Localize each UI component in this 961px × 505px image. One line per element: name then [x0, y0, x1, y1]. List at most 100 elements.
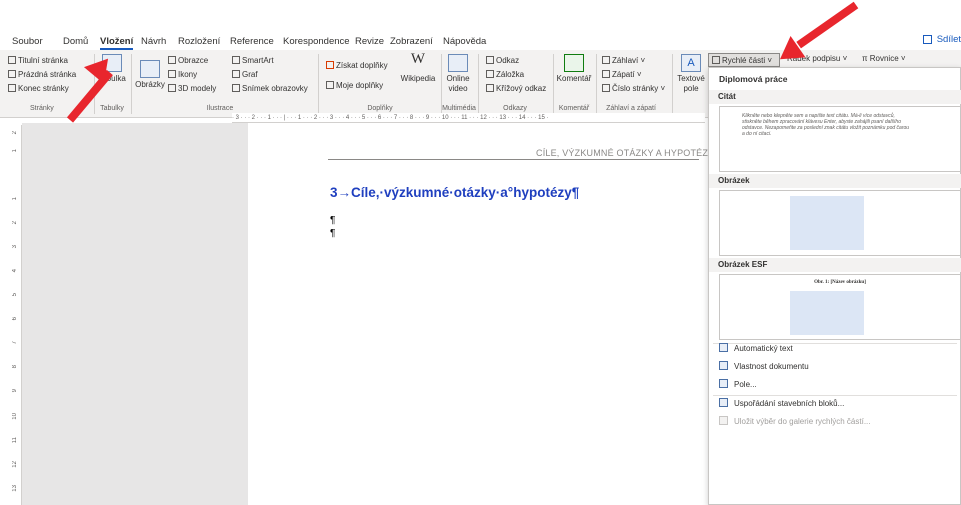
header-line	[328, 159, 699, 160]
cube-icon	[168, 84, 176, 92]
icons-button[interactable]: Ikony	[168, 69, 197, 80]
smartart-icon	[232, 56, 240, 64]
page-icon	[8, 70, 16, 78]
equation-button[interactable]: π Rovnice ˅	[862, 53, 906, 64]
get-addins-button[interactable]: Získat doplňky	[326, 60, 388, 71]
group-label-illustrations: Ilustrace	[206, 105, 234, 112]
header-icon	[602, 56, 610, 64]
tab-review[interactable]: Revize	[355, 36, 384, 47]
cover-page-button[interactable]: Titulní stránka	[8, 55, 68, 66]
gallery-category-title: Diplomová práce	[719, 74, 788, 84]
shapes-button[interactable]: Obrazce	[168, 55, 208, 66]
link-button[interactable]: Odkaz	[486, 55, 519, 66]
document-page[interactable]	[248, 123, 744, 505]
footer-icon	[602, 70, 610, 78]
tab-references[interactable]: Reference	[230, 36, 274, 47]
chapter-heading[interactable]: 3→Cíle,·výzkumné·otázky·a°hypotézy¶	[330, 185, 579, 200]
group-divider	[672, 54, 673, 114]
store-icon	[326, 61, 334, 69]
icons-icon	[168, 70, 176, 78]
field-icon	[719, 379, 728, 388]
quote-preview[interactable]: Klikněte nebo klepněte sem a napište tex…	[719, 106, 961, 172]
video-icon	[448, 54, 468, 72]
menu-autotext[interactable]: Automatický text	[719, 341, 793, 357]
quick-parts-icon	[712, 56, 720, 64]
document-property-icon	[719, 361, 728, 370]
wikipedia-button[interactable]: W Wikipedia	[400, 51, 436, 84]
picture-icon	[140, 60, 160, 78]
link-icon	[486, 56, 494, 64]
page-number-button[interactable]: Číslo stránky ˅	[602, 83, 665, 94]
menu-document-property[interactable]: Vlastnost dokumentu	[719, 359, 809, 375]
bookmark-button[interactable]: Záložka	[486, 69, 524, 80]
group-divider	[553, 54, 554, 114]
textbox-icon: A	[681, 54, 701, 72]
gallery-section-quote: Citát	[709, 90, 961, 104]
my-addins-button[interactable]: Moje doplňky	[326, 80, 383, 91]
picture-placeholder	[790, 291, 864, 335]
blank-page-button[interactable]: Prázdná stránka	[8, 69, 76, 80]
menu-field[interactable]: Pole...	[719, 377, 757, 393]
running-header[interactable]: CÍLE, VÝZKUMNÉ OTÁZKY A HYPOTÉZY¶	[536, 148, 719, 158]
wikipedia-icon: W	[410, 51, 426, 67]
quote-preview-text: Klikněte nebo klepněte sem a napište tex…	[742, 113, 910, 137]
tab-insert[interactable]: Vložení	[100, 36, 134, 50]
esf-caption: Obr. 1: [Název obrázku]	[814, 280, 866, 285]
group-label-media: Multimédia	[442, 105, 476, 112]
group-label-pages: Stránky	[30, 105, 54, 112]
building-blocks-icon	[719, 398, 728, 407]
picture-preview[interactable]	[719, 190, 961, 256]
tab-layout[interactable]: Rozložení	[178, 36, 220, 47]
left-pane	[22, 123, 234, 505]
chart-button[interactable]: Graf	[232, 69, 258, 80]
page-break-icon	[8, 84, 16, 92]
comment-icon	[564, 54, 584, 72]
page-icon	[8, 56, 16, 64]
group-divider	[131, 54, 132, 114]
group-divider	[318, 54, 319, 114]
group-label-header-footer: Záhlaví a zápatí	[606, 105, 656, 112]
tab-mailings[interactable]: Korespondence	[283, 36, 350, 47]
share-button[interactable]: Sdílet	[922, 34, 961, 48]
online-video-button[interactable]: Online video	[443, 54, 473, 94]
screenshot-icon	[232, 84, 240, 92]
paragraph-mark[interactable]: ¶	[330, 215, 335, 226]
tab-view[interactable]: Zobrazení	[390, 36, 433, 47]
smartart-button[interactable]: SmartArt	[232, 55, 274, 66]
header-button[interactable]: Záhlaví ˅	[602, 55, 645, 66]
group-divider	[596, 54, 597, 114]
vertical-ruler[interactable]: 2 1 1 2 3 4 5 6 7 8 9 10 11 12 13	[10, 125, 22, 505]
footer-button[interactable]: Zápatí ˅	[602, 69, 642, 80]
shapes-icon	[168, 56, 176, 64]
save-icon	[719, 416, 728, 425]
horizontal-ruler[interactable]: · 3 · · · 2 · · · 1 · · · | · · · 1 · · …	[232, 113, 705, 123]
quick-parts-button[interactable]: Rychlé části ˅	[708, 53, 780, 67]
3d-models-button[interactable]: 3D modely	[168, 83, 216, 94]
group-label-addins: Doplňky	[367, 105, 393, 112]
screenshot-button[interactable]: Snímek obrazovky	[232, 83, 308, 94]
gallery-section-picture-esf: Obrázek ESF	[709, 258, 961, 272]
cross-reference-icon	[486, 84, 494, 92]
tab-file[interactable]: Soubor	[12, 36, 43, 47]
autotext-icon	[719, 343, 728, 352]
text-box-button[interactable]: A Textové pole	[676, 54, 706, 94]
quick-parts-dropdown: Diplomová práce Citát Klikněte nebo klep…	[708, 67, 961, 505]
page-number-icon	[602, 84, 610, 92]
picture-esf-preview[interactable]: Obr. 1: [Název obrázku]	[719, 274, 961, 340]
tab-design[interactable]: Návrh	[141, 36, 166, 47]
tab-home[interactable]: Domů	[63, 36, 88, 47]
menu-save-selection: Uložit výběr do galerie rychlých částí..…	[719, 414, 871, 430]
pi-icon: π	[862, 54, 870, 63]
group-label-comments: Komentář	[558, 105, 590, 112]
page-break-button[interactable]: Konec stránky	[8, 83, 69, 94]
group-label-tables: Tabulky	[100, 105, 124, 112]
pictures-button[interactable]: Obrázky	[134, 60, 166, 90]
chart-icon	[232, 70, 240, 78]
addins-icon	[326, 81, 334, 89]
comment-button[interactable]: Komentář	[556, 54, 592, 84]
menu-building-blocks-organizer[interactable]: Uspořádání stavebních bloků...	[719, 396, 844, 412]
paragraph-mark[interactable]: ¶	[330, 228, 335, 239]
cross-reference-button[interactable]: Křížový odkaz	[486, 83, 546, 94]
tab-help[interactable]: Nápověda	[443, 36, 486, 47]
share-icon	[922, 35, 932, 44]
